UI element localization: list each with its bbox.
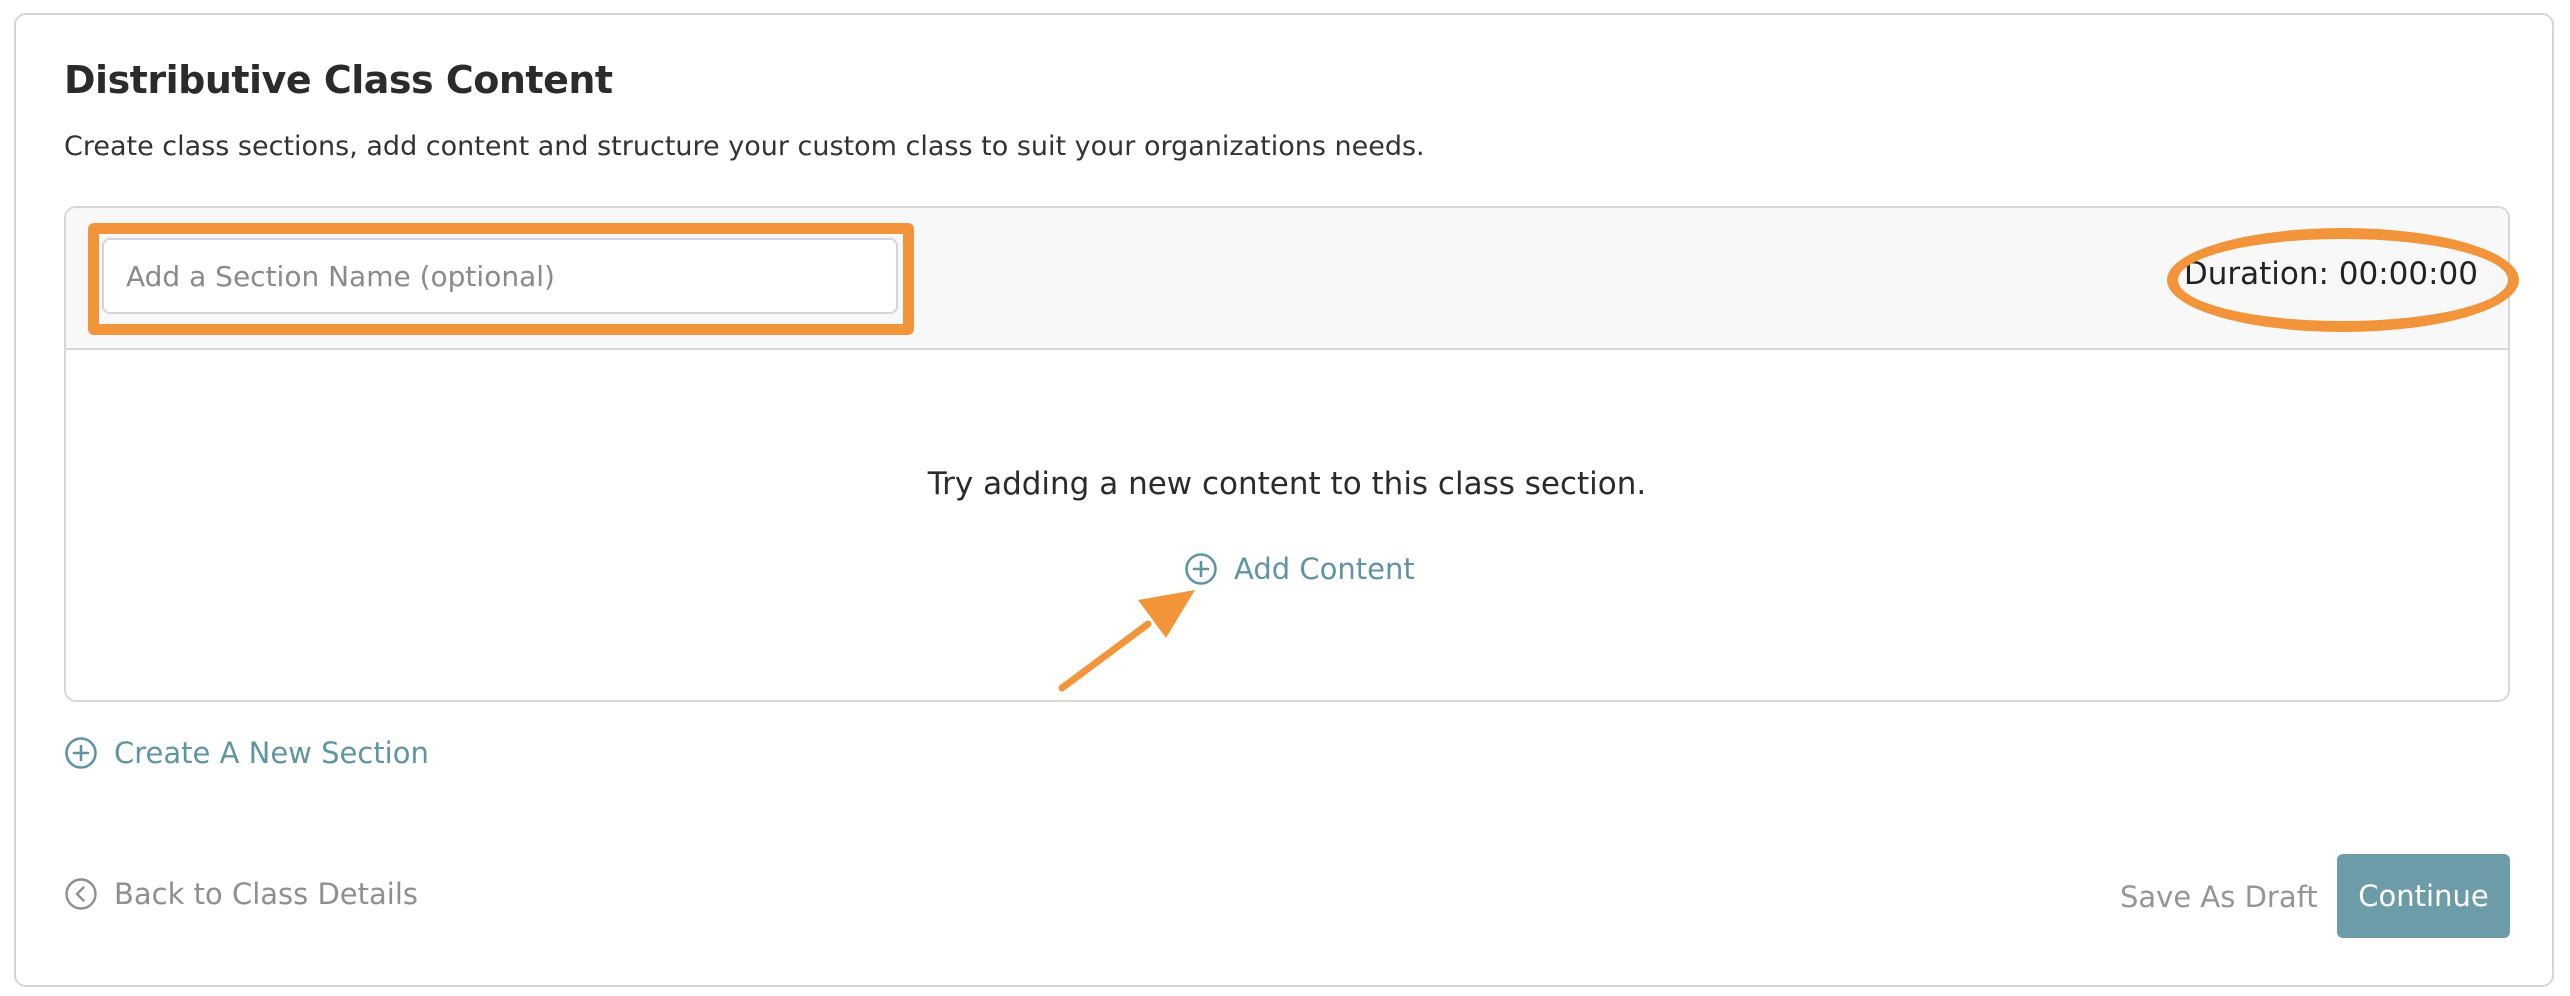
page-title: Distributive Class Content: [64, 58, 613, 102]
section-name-input[interactable]: [102, 238, 898, 314]
back-label: Back to Class Details: [114, 877, 419, 911]
plus-circle-icon: [1184, 552, 1218, 586]
class-section: Duration: 00:00:00 Try adding a new cont…: [64, 206, 2510, 702]
chevron-left-circle-icon: [64, 877, 98, 911]
add-content-label: Add Content: [1234, 552, 1415, 586]
back-to-class-details-link[interactable]: Back to Class Details: [64, 877, 418, 911]
empty-section-message: Try adding a new content to this class s…: [927, 466, 1647, 502]
create-section-label: Create A New Section: [114, 736, 429, 770]
section-duration: Duration: 00:00:00: [2183, 256, 2478, 292]
add-content-button[interactable]: Add Content: [1184, 552, 1415, 586]
save-as-draft-button[interactable]: Save As Draft: [2120, 880, 2318, 914]
section-header: Duration: 00:00:00: [66, 208, 2508, 350]
continue-button[interactable]: Continue: [2337, 854, 2510, 938]
page-subtitle: Create class sections, add content and s…: [64, 131, 1425, 162]
plus-circle-icon: [64, 736, 98, 770]
create-section-button[interactable]: Create A New Section: [64, 736, 429, 770]
